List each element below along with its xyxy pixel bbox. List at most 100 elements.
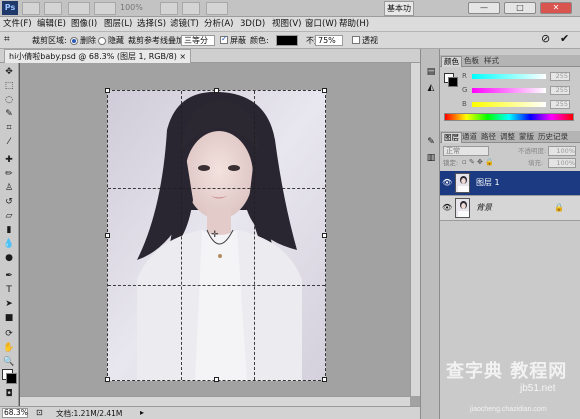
fill-input[interactable]: 100%: [548, 158, 576, 168]
status-menu-arrow-icon[interactable]: ▸: [140, 408, 144, 417]
canvas-area[interactable]: ✛: [20, 63, 420, 406]
hand-tool-button[interactable]: [160, 2, 178, 15]
healing-brush-tool-icon[interactable]: ✚: [3, 155, 15, 166]
visibility-eye-icon[interactable]: 👁: [442, 203, 452, 213]
crop-tool-preset-icon[interactable]: ⌗: [4, 34, 10, 45]
brush-tool-icon[interactable]: ✏: [3, 169, 15, 180]
background-color-swatch[interactable]: [6, 373, 17, 384]
tab-masks[interactable]: 蒙版: [517, 132, 536, 143]
blue-slider[interactable]: B 255: [462, 100, 572, 109]
clone-stamp-tool-icon[interactable]: ♙: [3, 183, 15, 194]
shield-checkbox[interactable]: [220, 34, 228, 44]
maximize-button[interactable]: □: [504, 2, 536, 14]
crop-bounding-box[interactable]: ✛: [105, 88, 327, 382]
commit-crop-icon[interactable]: ✔: [560, 33, 569, 44]
eyedropper-tool-icon[interactable]: ⁄: [3, 137, 15, 148]
menu-filter[interactable]: 滤镜(T): [170, 18, 199, 31]
marquee-tool-icon[interactable]: ⬚: [3, 81, 15, 92]
blue-slider-track[interactable]: [472, 102, 546, 107]
tab-adjustments[interactable]: 调整: [498, 132, 517, 143]
crop-handle-bottom-left[interactable]: [105, 377, 110, 382]
move-tool-icon[interactable]: ✥: [3, 67, 15, 78]
menu-file[interactable]: 文件(F): [3, 18, 32, 31]
green-slider-track[interactable]: [472, 88, 546, 93]
crop-tool-icon[interactable]: ⌗: [3, 123, 15, 134]
status-zoom-input[interactable]: 68.3%: [2, 408, 28, 418]
visibility-eye-icon[interactable]: 👁: [442, 178, 452, 188]
crop-handle-top-right[interactable]: [322, 88, 327, 93]
blue-value[interactable]: 255: [550, 100, 570, 109]
quick-selection-tool-icon[interactable]: ✎: [3, 109, 15, 120]
mini-bridge-button[interactable]: [44, 2, 62, 15]
shield-color-swatch[interactable]: [276, 35, 298, 46]
blend-mode-select[interactable]: 正常: [443, 146, 489, 156]
actions-panel-icon[interactable]: ◭: [425, 83, 437, 94]
zoom-level[interactable]: 100%: [120, 3, 154, 14]
tab-paths[interactable]: 路径: [479, 132, 498, 143]
crop-center-marker-icon[interactable]: ✛: [211, 231, 219, 240]
history-panel-icon[interactable]: ▤: [425, 67, 437, 78]
quick-mask-icon[interactable]: ◘: [3, 389, 15, 400]
3d-rotate-tool-icon[interactable]: ⟳: [3, 329, 15, 340]
tab-color[interactable]: 颜色: [441, 56, 462, 67]
tab-layers[interactable]: 图层: [441, 132, 462, 143]
opacity-input[interactable]: 75%: [315, 35, 343, 46]
menu-analysis[interactable]: 分析(A): [204, 18, 233, 31]
crop-handle-bottom-right[interactable]: [322, 377, 327, 382]
zoom-tool-button[interactable]: [182, 2, 200, 15]
layer-row[interactable]: 👁 图层 1: [440, 171, 580, 196]
layer-name[interactable]: 背景: [476, 202, 492, 214]
hand-tool-icon[interactable]: ✋: [3, 343, 15, 354]
color-spectrum-bar[interactable]: [444, 113, 574, 121]
view-extras-button[interactable]: [68, 2, 90, 15]
status-info-icon[interactable]: ⊡: [36, 408, 43, 417]
crop-handle-bottom[interactable]: [214, 377, 219, 382]
clone-source-panel-icon[interactable]: ▥: [425, 153, 437, 164]
red-slider[interactable]: R 255: [462, 72, 572, 81]
tab-channels[interactable]: 通道: [460, 132, 479, 143]
menu-layer[interactable]: 图层(L): [104, 18, 132, 31]
shape-tool-icon[interactable]: ■: [3, 313, 15, 324]
horizontal-scrollbar[interactable]: [20, 396, 410, 406]
blur-tool-icon[interactable]: 💧: [3, 239, 15, 250]
document-tab[interactable]: hi小倩啦baby.psd @ 68.3% (图层 1, RGB/8) ×: [4, 49, 192, 63]
arrange-documents-button[interactable]: [94, 2, 116, 15]
zoom-tool-icon[interactable]: 🔍: [3, 357, 15, 368]
crop-handle-right[interactable]: [322, 233, 327, 238]
menu-view[interactable]: 视图(V): [272, 18, 301, 31]
layer-opacity-input[interactable]: 100%: [548, 146, 576, 156]
delete-radio[interactable]: [70, 37, 78, 45]
eraser-tool-icon[interactable]: ▱: [3, 211, 15, 222]
crop-handle-top-left[interactable]: [105, 88, 110, 93]
tab-styles[interactable]: 样式: [482, 56, 501, 67]
tab-history[interactable]: 历史记录: [536, 132, 570, 143]
history-brush-tool-icon[interactable]: ↺: [3, 197, 15, 208]
menu-3d[interactable]: 3D(D): [240, 18, 265, 31]
workspace-switcher[interactable]: 基本功: [384, 1, 414, 16]
cancel-crop-icon[interactable]: ⊘: [541, 33, 550, 44]
bridge-button[interactable]: [22, 2, 40, 15]
layer-name[interactable]: 图层 1: [476, 177, 500, 189]
crop-handle-left[interactable]: [105, 233, 110, 238]
layer-row[interactable]: 👁 背景 🔒: [440, 196, 580, 221]
panel-background-swatch[interactable]: [448, 77, 458, 87]
red-slider-track[interactable]: [472, 74, 546, 79]
green-slider[interactable]: G 255: [462, 86, 572, 95]
perspective-checkbox[interactable]: [352, 36, 360, 44]
crop-handle-top[interactable]: [214, 88, 219, 93]
overlay-select[interactable]: 三等分: [181, 35, 215, 46]
dodge-tool-icon[interactable]: ●: [3, 253, 15, 264]
vertical-scrollbar[interactable]: [410, 63, 420, 396]
gradient-tool-icon[interactable]: ▮: [3, 225, 15, 236]
close-window-button[interactable]: ✕: [540, 2, 572, 14]
lock-icons[interactable]: ▫ ✎ ✥ 🔒: [462, 158, 494, 167]
menu-help[interactable]: 帮助(H): [339, 18, 369, 31]
type-tool-icon[interactable]: T: [3, 285, 15, 296]
brush-panel-icon[interactable]: ✎: [425, 137, 437, 148]
pen-tool-icon[interactable]: ✒: [3, 271, 15, 282]
menu-window[interactable]: 窗口(W): [305, 18, 337, 31]
path-selection-tool-icon[interactable]: ➤: [3, 299, 15, 310]
menu-select[interactable]: 选择(S): [137, 18, 166, 31]
hide-radio[interactable]: [98, 37, 106, 45]
red-value[interactable]: 255: [550, 72, 570, 81]
